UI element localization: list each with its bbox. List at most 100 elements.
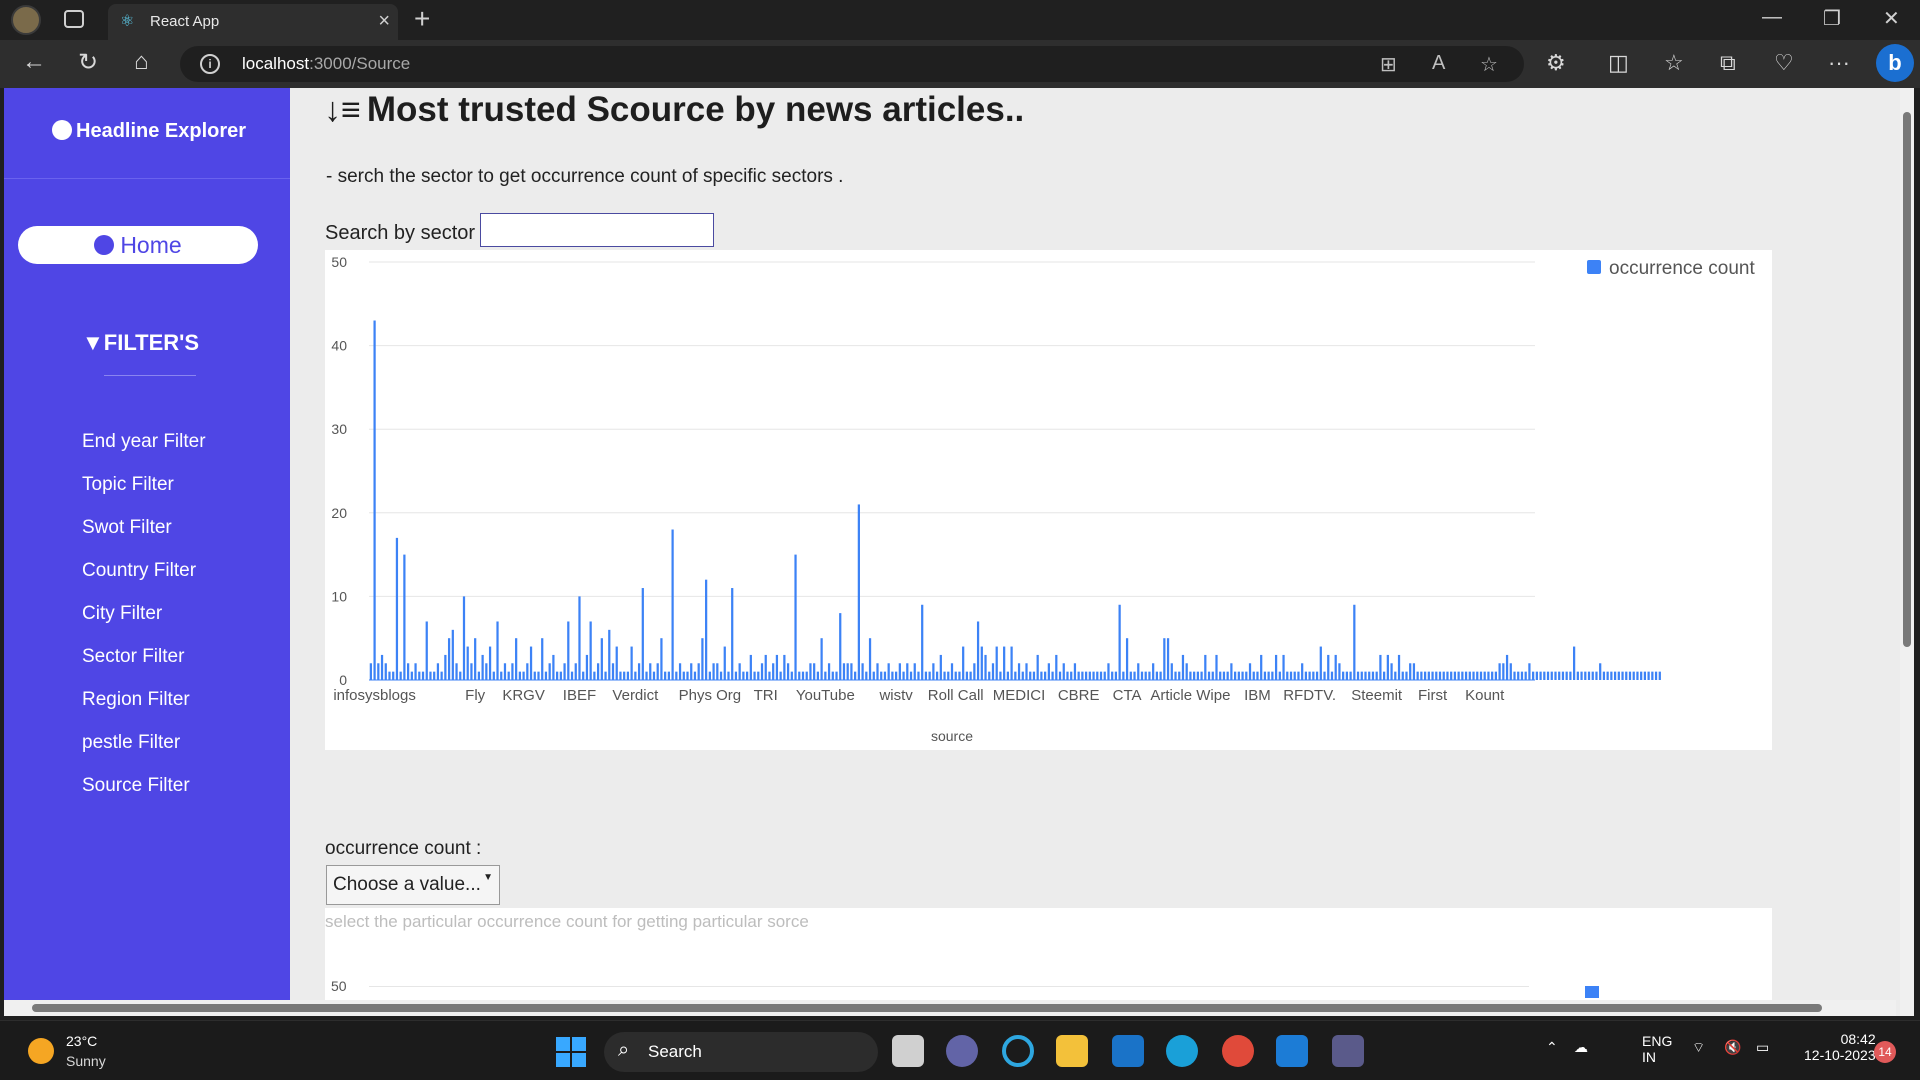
bar[interactable] bbox=[611, 663, 615, 680]
bar[interactable] bbox=[716, 663, 719, 680]
bar[interactable] bbox=[1628, 671, 1632, 680]
bar[interactable] bbox=[932, 663, 935, 680]
bar[interactable] bbox=[1017, 663, 1021, 680]
bar[interactable] bbox=[1103, 671, 1106, 680]
bar[interactable] bbox=[921, 604, 924, 680]
bar[interactable] bbox=[373, 320, 376, 680]
read-aloud-icon[interactable]: A bbox=[1432, 52, 1445, 75]
bar[interactable] bbox=[1155, 671, 1159, 680]
bar[interactable] bbox=[1088, 671, 1091, 680]
bar[interactable] bbox=[980, 646, 983, 680]
battery-icon[interactable]: ▭ bbox=[1756, 1039, 1769, 1056]
bar[interactable] bbox=[976, 621, 980, 680]
bar[interactable] bbox=[779, 671, 782, 680]
bar[interactable] bbox=[1032, 671, 1036, 680]
bar[interactable] bbox=[526, 663, 529, 680]
bar[interactable] bbox=[693, 671, 697, 680]
bar[interactable] bbox=[1204, 654, 1207, 680]
bar[interactable] bbox=[1144, 671, 1147, 680]
bar[interactable] bbox=[1096, 671, 1099, 680]
sidebar-item-pestle[interactable]: pestle Filter bbox=[82, 731, 206, 774]
bar[interactable] bbox=[570, 671, 574, 680]
bar[interactable] bbox=[1211, 671, 1214, 680]
bar[interactable] bbox=[1304, 671, 1308, 680]
bar[interactable] bbox=[935, 671, 939, 680]
site-info-icon[interactable]: i bbox=[200, 54, 220, 74]
bar[interactable] bbox=[1498, 663, 1501, 680]
bar[interactable] bbox=[384, 663, 387, 680]
bar[interactable] bbox=[477, 671, 481, 680]
bar[interactable] bbox=[1174, 671, 1177, 680]
bar[interactable] bbox=[835, 671, 838, 680]
bar[interactable] bbox=[522, 671, 525, 680]
bar[interactable] bbox=[1241, 671, 1244, 680]
bar[interactable] bbox=[548, 663, 551, 680]
bar[interactable] bbox=[503, 663, 507, 680]
bar[interactable] bbox=[1479, 671, 1483, 680]
bar[interactable] bbox=[712, 663, 715, 680]
bar[interactable] bbox=[1621, 671, 1624, 680]
new-tab-button[interactable]: + bbox=[414, 3, 430, 35]
favorites-icon[interactable]: ☆ bbox=[1664, 50, 1684, 76]
bar[interactable] bbox=[1483, 671, 1486, 680]
bar[interactable] bbox=[1476, 671, 1479, 680]
bar[interactable] bbox=[995, 646, 998, 680]
bar[interactable] bbox=[1375, 671, 1378, 680]
bar[interactable] bbox=[604, 671, 607, 680]
bar[interactable] bbox=[1342, 671, 1345, 680]
bar[interactable] bbox=[459, 671, 462, 680]
bar[interactable] bbox=[1539, 671, 1542, 680]
bar[interactable] bbox=[652, 671, 656, 680]
bar[interactable] bbox=[1234, 671, 1237, 680]
bar[interactable] bbox=[1133, 671, 1136, 680]
bar[interactable] bbox=[734, 671, 738, 680]
bar[interactable] bbox=[865, 671, 868, 680]
bar[interactable] bbox=[1047, 663, 1050, 680]
bar[interactable] bbox=[641, 588, 644, 680]
copilot-icon[interactable]: b bbox=[1876, 44, 1914, 82]
bar[interactable] bbox=[1062, 663, 1065, 680]
bar[interactable] bbox=[831, 671, 834, 680]
bar[interactable] bbox=[529, 646, 533, 680]
bar[interactable] bbox=[1405, 671, 1408, 680]
sidebar-item-country[interactable]: Country Filter bbox=[82, 559, 206, 602]
bar[interactable] bbox=[1040, 671, 1043, 680]
bar[interactable] bbox=[1036, 654, 1039, 680]
vertical-scrollbar[interactable] bbox=[1900, 88, 1914, 1016]
bar[interactable] bbox=[1610, 671, 1613, 680]
bar[interactable] bbox=[645, 671, 648, 680]
bar[interactable] bbox=[958, 671, 961, 680]
bar[interactable] bbox=[1163, 638, 1166, 680]
bar[interactable] bbox=[902, 671, 905, 680]
home-button[interactable]: Home bbox=[18, 226, 258, 264]
bar[interactable] bbox=[1349, 671, 1352, 680]
bar[interactable] bbox=[1193, 671, 1196, 680]
sidebar-item-sector[interactable]: Sector Filter bbox=[82, 645, 206, 688]
sidebar-item-city[interactable]: City Filter bbox=[82, 602, 206, 645]
bar[interactable] bbox=[403, 554, 406, 680]
bar[interactable] bbox=[1401, 671, 1404, 680]
bar[interactable] bbox=[783, 654, 786, 680]
bar[interactable] bbox=[1353, 604, 1356, 680]
bar[interactable] bbox=[1654, 671, 1658, 680]
bar[interactable] bbox=[1461, 671, 1464, 680]
bar[interactable] bbox=[1360, 671, 1363, 680]
bar[interactable] bbox=[1081, 671, 1084, 680]
bar[interactable] bbox=[582, 671, 585, 680]
bar[interactable] bbox=[440, 671, 443, 680]
bar[interactable] bbox=[1066, 671, 1069, 680]
bar[interactable] bbox=[686, 671, 689, 680]
bar[interactable] bbox=[772, 663, 775, 680]
bar[interactable] bbox=[593, 671, 596, 680]
bar[interactable] bbox=[1453, 671, 1457, 680]
bar[interactable] bbox=[615, 646, 618, 680]
refresh-button[interactable]: ↻ bbox=[78, 48, 98, 77]
profile-avatar[interactable] bbox=[11, 5, 41, 35]
bar[interactable] bbox=[813, 663, 816, 680]
bar[interactable] bbox=[969, 671, 972, 680]
bar[interactable] bbox=[1196, 671, 1199, 680]
bar[interactable] bbox=[861, 663, 864, 680]
onedrive-icon[interactable]: ☁ bbox=[1574, 1039, 1588, 1056]
bar[interactable] bbox=[623, 671, 626, 680]
bar[interactable] bbox=[1237, 671, 1240, 680]
